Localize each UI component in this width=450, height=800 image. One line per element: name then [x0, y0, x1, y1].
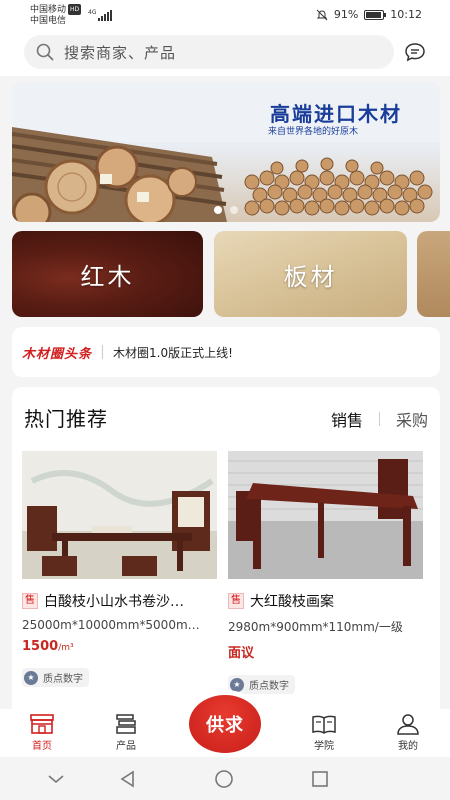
carrier-info: 中国移动 HD 中国电信	[30, 4, 82, 27]
carousel-dot[interactable]	[230, 206, 238, 214]
book-icon	[312, 715, 336, 734]
hot-tabs: 销售 采购	[331, 407, 428, 431]
carrier-2: 中国电信	[30, 16, 67, 26]
status-bar: 中国移动 HD 中国电信 4G 91% 10:12	[0, 0, 450, 30]
tab-label: 首页	[32, 741, 52, 752]
news-brand: 木材圈头条	[22, 346, 93, 362]
supply-demand-label: 供求	[206, 715, 244, 736]
tab-home[interactable]: 首页	[12, 713, 72, 752]
battery-percent: 91%	[333, 8, 359, 21]
tab-purchase[interactable]: 采购	[396, 407, 428, 431]
search-icon	[36, 43, 54, 61]
user-icon	[397, 714, 419, 735]
category-bancai[interactable]: 板材	[214, 231, 407, 317]
chevron-down-icon[interactable]	[46, 769, 66, 789]
product-price: 面议	[228, 642, 423, 661]
store-icon	[30, 714, 54, 734]
promo-banner[interactable]: 高端进口木材 来自世界各地的好原木	[12, 82, 440, 222]
category-row: 红木 板材	[12, 231, 450, 317]
product-price: 1500/m³	[22, 639, 217, 654]
shop-name: 质点数字	[249, 681, 289, 692]
shop-star-icon: ★	[230, 677, 244, 692]
tab-academy[interactable]: 学院	[294, 713, 354, 752]
tab-label: 产品	[116, 741, 136, 752]
shop-badge[interactable]: ★ 质点数字	[228, 675, 295, 694]
divider	[378, 412, 380, 426]
system-nav-bar	[0, 757, 450, 800]
recent-apps-icon[interactable]	[310, 769, 330, 789]
product-name: 白酸枝小山水书卷沙…	[44, 594, 184, 610]
mute-icon	[316, 9, 328, 20]
price-value: 面议	[228, 646, 255, 661]
tab-mine[interactable]: 我的	[378, 713, 438, 752]
sale-tag: 售	[22, 593, 38, 609]
network-type: 4G	[88, 9, 97, 16]
bottom-tab-bar: 首页 产品 供求 学院 我的	[0, 695, 450, 757]
tab-label: 学院	[314, 741, 334, 752]
carousel-dot[interactable]	[214, 206, 222, 214]
news-headline: 木材圈1.0版正式上线!	[113, 345, 233, 360]
carrier-1: 中国移动	[30, 5, 67, 15]
sale-tag: 售	[228, 593, 244, 609]
banner-title: 高端进口木材	[270, 102, 402, 126]
search-placeholder: 搜索商家、产品	[64, 43, 177, 62]
hot-section: 热门推荐 销售 采购 售 白酸枝小山水书卷沙… 25000m*10000mm*5…	[12, 387, 440, 709]
clock: 10:12	[390, 8, 422, 21]
category-label: 红木	[80, 262, 135, 291]
price-value: 1500	[22, 639, 59, 654]
section-title: 热门推荐	[24, 407, 108, 431]
shop-name: 质点数字	[43, 674, 83, 685]
category-partial[interactable]	[417, 231, 450, 317]
tab-sale[interactable]: 销售	[331, 407, 363, 431]
layers-icon	[116, 714, 136, 734]
product-image	[228, 451, 423, 579]
hd-badge: HD	[68, 4, 82, 15]
product-image	[22, 451, 217, 579]
header: 搜索商家、产品	[0, 30, 450, 76]
home-circle-icon[interactable]	[214, 769, 234, 789]
signal-icon: 4G	[88, 9, 113, 21]
message-icon[interactable]	[404, 42, 426, 62]
shop-star-icon: ★	[24, 670, 38, 685]
back-icon[interactable]	[118, 769, 138, 789]
battery-icon	[364, 9, 387, 20]
news-ticker[interactable]: 木材圈头条 木材圈1.0版正式上线!	[12, 327, 440, 377]
banner-subtitle: 来自世界各地的好原木	[267, 127, 358, 137]
category-label: 板材	[283, 262, 338, 291]
divider	[102, 345, 104, 359]
supply-demand-button[interactable]: 供求	[189, 695, 261, 753]
tab-label: 我的	[398, 741, 418, 752]
product-spec: 25000m*10000mm*5000m…	[22, 618, 200, 632]
search-input[interactable]: 搜索商家、产品	[24, 35, 394, 69]
carousel-dots	[12, 206, 440, 214]
product-spec: 2980m*900mm*110mm/一级	[228, 620, 403, 634]
shop-badge[interactable]: ★ 质点数字	[22, 668, 89, 687]
product-card[interactable]: 售 白酸枝小山水书卷沙… 25000m*10000mm*5000m… 1500/…	[22, 451, 217, 687]
price-unit: /m³	[58, 643, 74, 653]
product-card[interactable]: 售 大红酸枝画案 2980m*900mm*110mm/一级 面议 ★ 质点数字	[228, 451, 423, 694]
product-name: 大红酸枝画案	[250, 594, 334, 610]
tab-products[interactable]: 产品	[96, 713, 156, 752]
category-hongmu[interactable]: 红木	[12, 231, 203, 317]
